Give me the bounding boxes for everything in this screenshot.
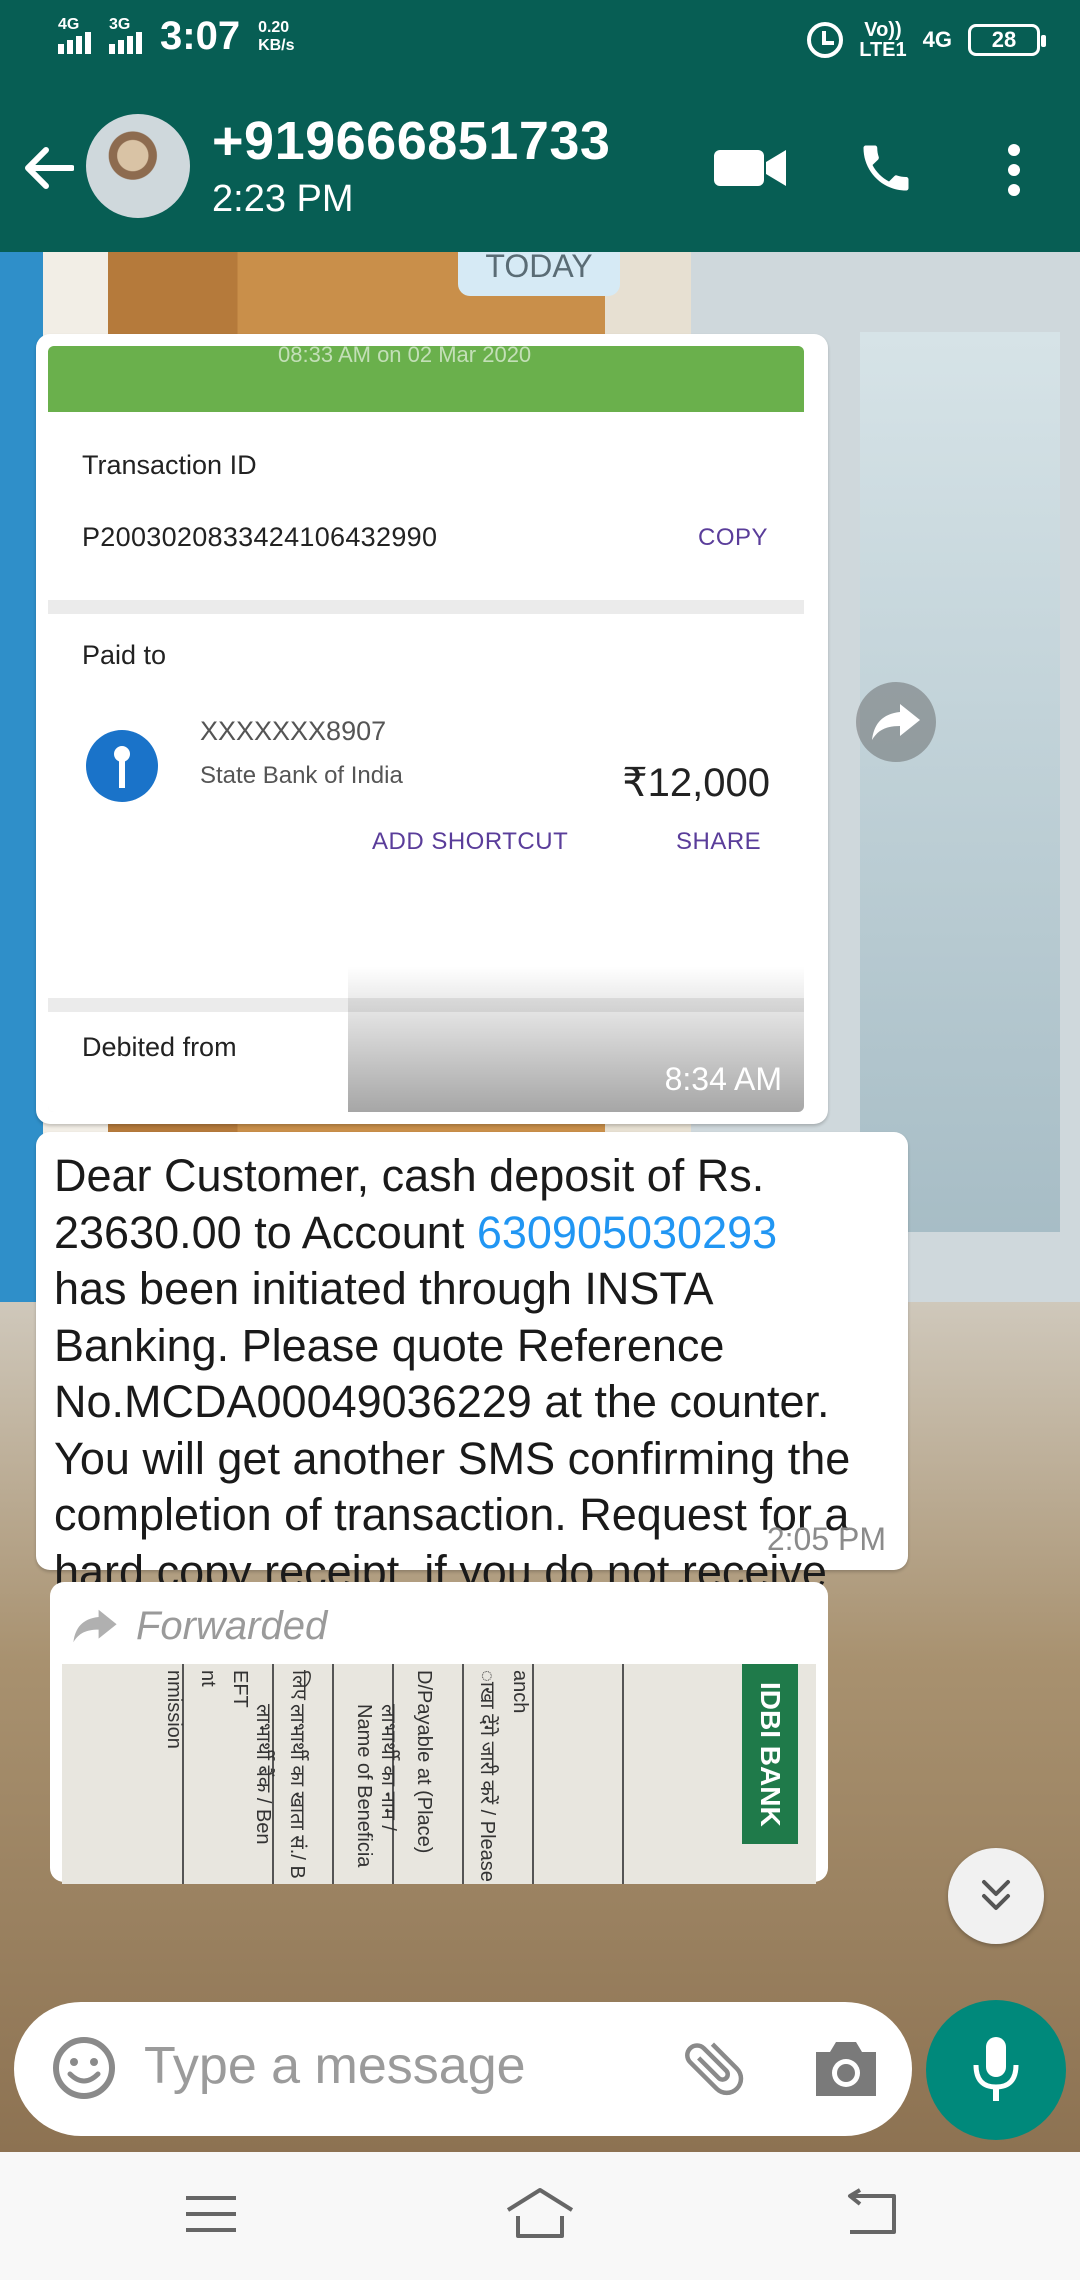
idbi-bank-stamp: IDBI BANK: [742, 1664, 798, 1844]
chat-header: +919666851733 2:23 PM: [0, 84, 1080, 252]
speed-value: 0.20: [258, 18, 290, 36]
back-nav-icon[interactable]: [842, 2188, 898, 2238]
paid-to-label: Paid to: [82, 640, 167, 670]
emoji-icon[interactable]: [50, 2034, 118, 2102]
volte-bottom: LTE1: [859, 39, 907, 61]
add-shortcut-link: ADD SHORTCUT: [372, 828, 569, 855]
chat-area[interactable]: TODAY 08:33 AM on 02 Mar 2020 Transactio…: [0, 252, 1080, 2152]
debited-label: Debited from: [82, 1032, 237, 1062]
form-line: [532, 1664, 534, 1884]
menu-icon[interactable]: [184, 2192, 238, 2236]
form-text: EFT: [229, 1670, 251, 1708]
back-arrow-icon[interactable]: [22, 142, 74, 194]
form-line: [622, 1664, 624, 1884]
alarm-icon: [807, 22, 844, 58]
transaction-id: P2003020833424106432990: [82, 522, 438, 552]
image-message[interactable]: 08:33 AM on 02 Mar 2020 Transaction ID P…: [36, 334, 828, 1124]
forwarded-document-image[interactable]: nmission nt EFT लिए लाभार्थी बैंक / Ben …: [62, 1664, 816, 1884]
contact-name: +919666851733: [212, 111, 611, 171]
status-time: 3:07: [160, 14, 241, 58]
forward-button[interactable]: [856, 682, 936, 762]
form-text: लाभार्थी का नाम / Name of Beneficia: [353, 1704, 399, 1868]
message-input[interactable]: Type a message: [144, 2036, 526, 2096]
account-number: XXXXXXX8907: [200, 716, 387, 746]
forwarded-label: Forwarded: [62, 1598, 816, 1654]
date-chip: TODAY: [458, 252, 620, 296]
battery-icon: 28: [968, 24, 1046, 56]
copy-link: COPY: [698, 524, 769, 551]
voice-record-button[interactable]: [926, 2000, 1066, 2140]
volte-indicator: Vo)) LTE1: [859, 20, 906, 60]
form-line: [462, 1664, 464, 1884]
text-message[interactable]: Dear Customer, cash deposit of Rs. 23630…: [36, 1132, 908, 1652]
screenshot-header-text: 08:33 AM on 02 Mar 2020: [278, 346, 532, 367]
phone-icon[interactable]: [856, 138, 916, 198]
payment-screenshot[interactable]: 08:33 AM on 02 Mar 2020 Transaction ID P…: [48, 346, 804, 1112]
amount: ₹12,000: [622, 761, 770, 805]
form-text: D/Payable at (Place): [413, 1670, 435, 1854]
network-type: 4G: [922, 27, 952, 52]
message-input-bar: Type a message: [14, 2002, 912, 2136]
form-text: ाखा देंगे जारी करें / Please: [476, 1670, 498, 1882]
contact-avatar[interactable]: [86, 114, 190, 218]
sim1-network-label: 4G: [58, 15, 80, 33]
form-text: nt: [197, 1670, 219, 1687]
signal-icon: 3G: [109, 16, 142, 54]
more-vert-icon[interactable]: [1004, 142, 1024, 198]
camera-icon[interactable]: [810, 2034, 882, 2102]
forwarded-message[interactable]: Forwarded nmission nt EFT लिए लाभार्थी ब…: [50, 1582, 828, 1884]
form-text: लिए: [288, 1670, 310, 1700]
video-call-icon[interactable]: [712, 146, 788, 190]
last-seen: 2:23 PM: [212, 178, 354, 220]
form-text: nmission: [163, 1670, 185, 1749]
forward-icon: [872, 704, 920, 740]
form-line: [332, 1664, 334, 1884]
form-text: लाभार्थी बैंक / Ben: [252, 1704, 274, 1845]
battery-level: 28: [991, 27, 1017, 52]
account-number-link[interactable]: 630905030293: [477, 1207, 777, 1258]
contact-info[interactable]: +919666851733 2:23 PM: [212, 110, 610, 221]
status-bar: 4G 3G 3:07 0.20 KB/s Vo)) LTE1 4G 28: [0, 0, 1080, 84]
microphone-icon: [973, 2037, 1019, 2101]
share-link: SHARE: [676, 828, 762, 855]
message-time: 8:34 AM: [664, 1061, 782, 1097]
volte-top: Vo)): [864, 19, 902, 41]
speed-unit: KB/s: [258, 36, 295, 54]
transaction-label: Transaction ID: [82, 450, 257, 480]
form-text: anch: [509, 1670, 531, 1714]
home-icon[interactable]: [504, 2186, 576, 2242]
forwarded-icon: [73, 1609, 117, 1643]
forwarded-text: Forwarded: [136, 1603, 328, 1648]
scroll-to-bottom-button[interactable]: [948, 1848, 1044, 1944]
message-time: 2:05 PM: [766, 1521, 886, 1557]
network-speed: 0.20 KB/s: [258, 19, 294, 55]
attach-icon[interactable]: [678, 2032, 750, 2104]
sim2-network-label: 3G: [109, 15, 131, 33]
bank-name: State Bank of India: [200, 762, 403, 789]
paid-to-card: Paid to XXXXXXX8907 State Bank of India …: [48, 614, 804, 998]
signal-icon: 4G: [58, 16, 91, 54]
system-navigation-bar: [0, 2152, 1080, 2280]
bank-logo-icon: [86, 730, 158, 802]
form-text: लाभार्थी का खाता सं./ B: [286, 1704, 308, 1879]
message-text: Dear Customer, cash deposit of Rs. 23630…: [54, 1148, 890, 1657]
transaction-card: Transaction ID P2003020833424106432990 C…: [48, 412, 804, 600]
double-chevron-down-icon: [982, 1880, 1010, 1910]
